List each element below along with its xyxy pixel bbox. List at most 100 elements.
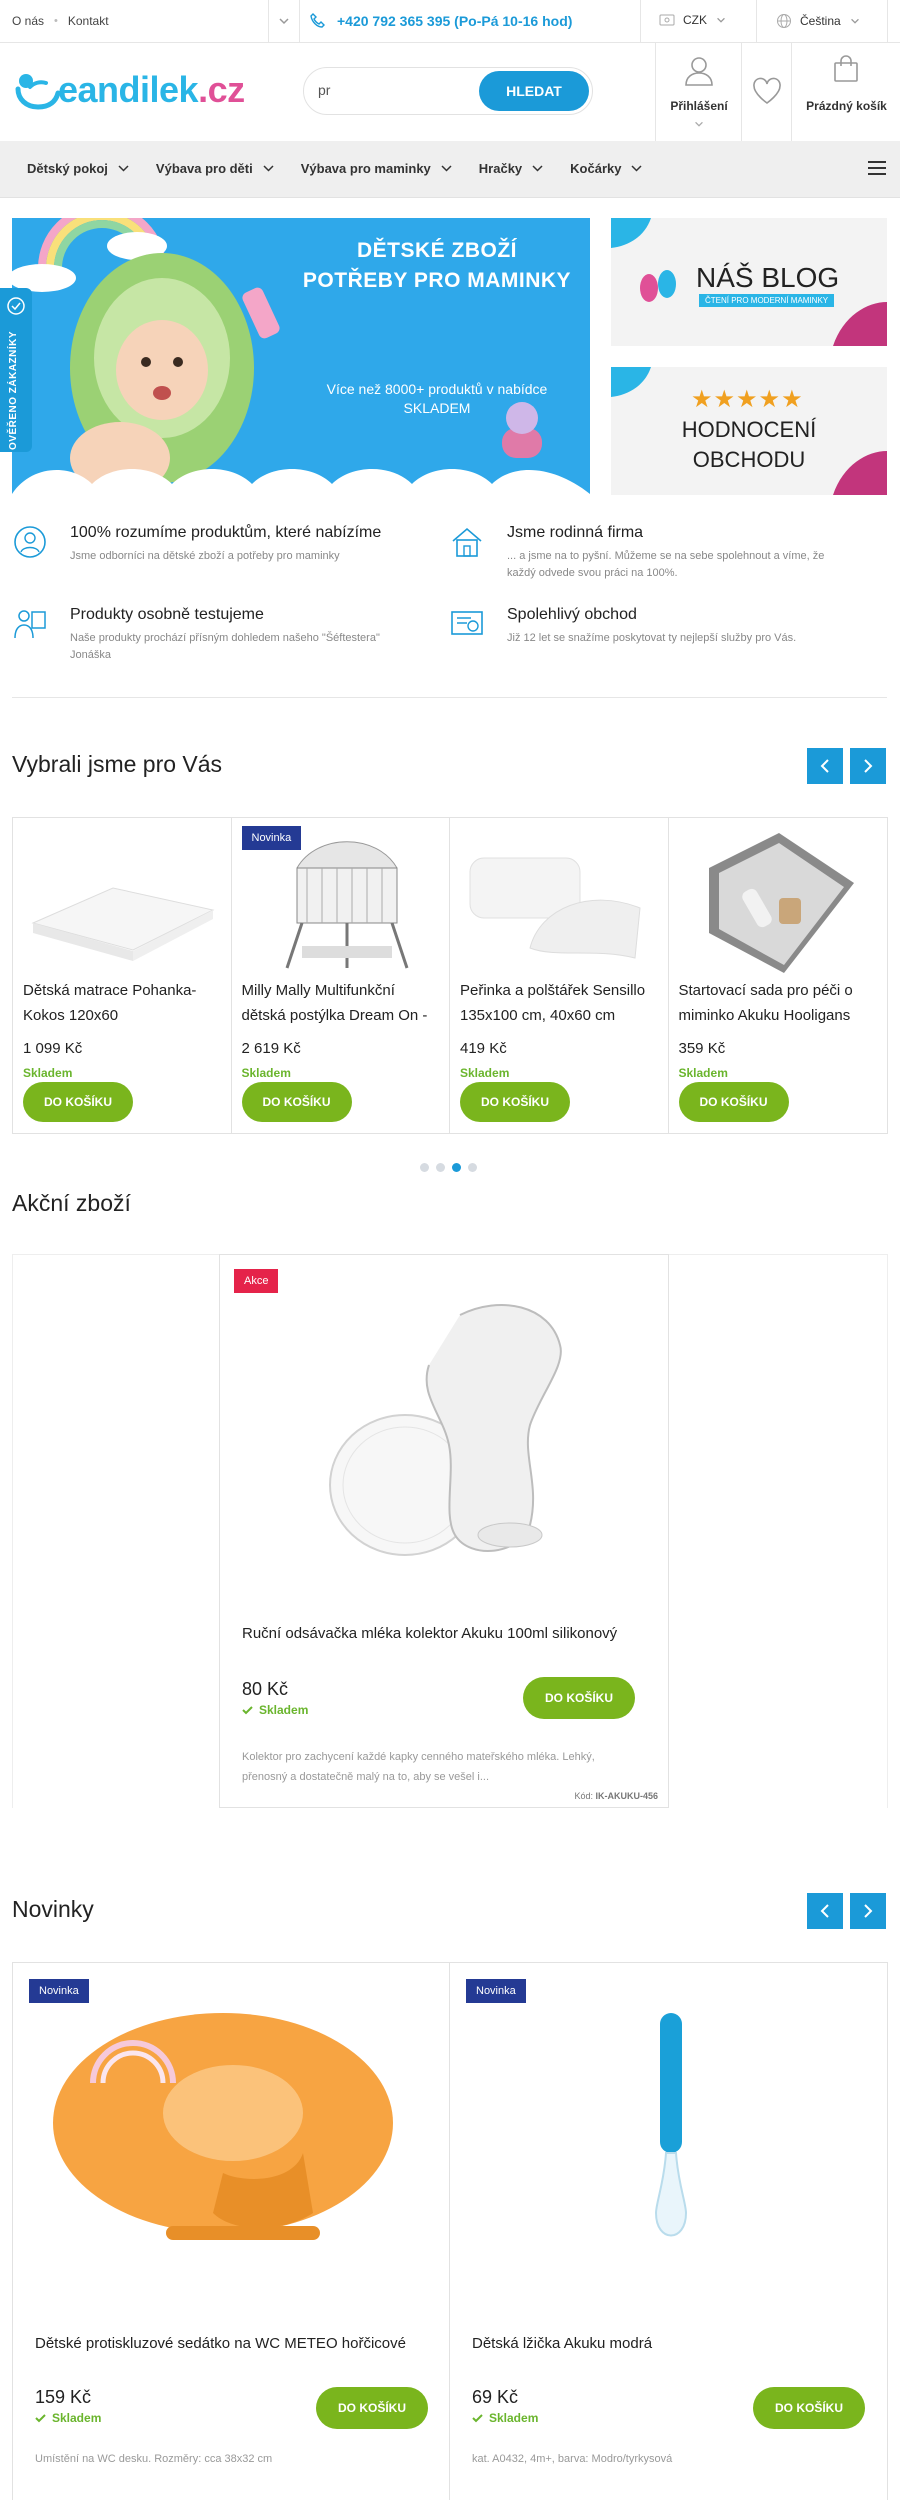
- language-label: Čeština: [800, 14, 841, 28]
- nav-label: Výbava pro maminky: [300, 161, 431, 176]
- product-name[interactable]: Peřinka a polštářek Sensillo 135x100 cm,…: [460, 978, 660, 1028]
- product-description: Umístění na WC desku. Rozměry: cca 38x32…: [35, 2453, 273, 2465]
- carousel-prev-button[interactable]: [807, 748, 843, 784]
- wishlist-button[interactable]: [741, 43, 791, 141]
- chevron-down-icon[interactable]: [277, 14, 291, 28]
- pagination-dot-active[interactable]: [452, 1163, 461, 1172]
- add-to-cart-button[interactable]: DO KOŠÍKU: [241, 1082, 352, 1122]
- nav-item-strollers[interactable]: Kočárky: [570, 161, 643, 176]
- carousel-prev-button[interactable]: [807, 1893, 843, 1929]
- carousel-next-button[interactable]: [850, 748, 886, 784]
- product-name[interactable]: Dětská matrace Pohanka-Kokos 120x60: [23, 978, 223, 1028]
- product-description: kat. A0432, 4m+, barva: Modro/tyrkysová: [472, 2453, 673, 2465]
- product-image-care-set: [708, 833, 854, 973]
- baby-logo-icon: [15, 74, 60, 110]
- badge-new: Novinka: [466, 1979, 526, 2003]
- language-selector[interactable]: Čeština: [776, 13, 861, 29]
- code-label: Kód:: [574, 1791, 593, 1801]
- login-button[interactable]: Přihlášení: [655, 43, 741, 141]
- currency-label: CZK: [683, 13, 707, 27]
- product-price: 419 Kč: [460, 1040, 507, 1057]
- tester-icon: [14, 610, 46, 639]
- product-card[interactable]: Novinka Dětské protiskluzové sedátko na …: [13, 1963, 450, 2500]
- product-price: 359 Kč: [678, 1040, 726, 1057]
- product-description: Kolektor pro zachycení každé kapky cenné…: [242, 1751, 595, 1783]
- search-input[interactable]: [318, 82, 468, 98]
- certificate-icon: [451, 611, 483, 635]
- product-price: 69 Kč: [472, 2387, 519, 2407]
- nav-label: Kočárky: [570, 161, 622, 176]
- nav-item-kids-gear[interactable]: Výbava pro děti: [156, 161, 274, 176]
- search-button[interactable]: HLEDAT: [479, 71, 589, 111]
- nav-label: Výbava pro děti: [155, 161, 253, 176]
- product-card[interactable]: Peřinka a polštářek Sensillo 135x100 cm,…: [450, 818, 669, 1133]
- verified-by-customers-tab[interactable]: OVĚŘENO ZÁKAZNÍKY: [0, 288, 32, 452]
- contact-link[interactable]: Kontakt: [68, 14, 109, 28]
- blog-title: NÁŠ BLOG: [696, 262, 840, 293]
- sale-product-card[interactable]: Akce Ruční odsávačka mléka kolektor Akuk…: [219, 1254, 669, 1808]
- hero-banner[interactable]: DĚTSKÉ ZBOŽÍ POTŘEBY PRO MAMINKY Více než…: [12, 218, 590, 494]
- nav-item-kids-room[interactable]: Dětský pokoj: [27, 161, 129, 176]
- code-value: IK-AKUKU-456: [595, 1791, 658, 1801]
- feature-title: Produkty osobně testujeme: [70, 606, 264, 623]
- hamburger-menu-icon[interactable]: [868, 161, 886, 175]
- product-card[interactable]: Dětská matrace Pohanka-Kokos 120x60 1 09…: [13, 818, 232, 1133]
- add-to-cart-button[interactable]: DO KOŠÍKU: [753, 2387, 865, 2429]
- phone-icon: [310, 13, 325, 28]
- logo[interactable]: eandilek.cz: [12, 63, 245, 123]
- divider: [299, 0, 300, 43]
- rating-title: HODNOCENÍ OBCHODU: [661, 415, 837, 475]
- cart-button[interactable]: Prázdný košík: [791, 43, 900, 141]
- add-to-cart-button[interactable]: DO KOŠÍKU: [460, 1082, 570, 1122]
- search-box: HLEDAT: [303, 67, 593, 115]
- product-price: 80 Kč: [242, 1679, 289, 1699]
- section-title-sale: Akční zboží: [12, 1190, 131, 1216]
- stock-status: Skladem: [460, 1066, 510, 1080]
- product-image-toilet-seat: [53, 2013, 393, 2240]
- add-to-cart-button[interactable]: DO KOŠÍKU: [316, 2387, 428, 2429]
- add-to-cart-button[interactable]: DO KOŠÍKU: [23, 1082, 133, 1122]
- product-card[interactable]: Novinka Dětská lžička Akuku modrá 69 Kč …: [450, 1963, 887, 2500]
- blog-banner[interactable]: NÁŠ BLOG ČTENÍ PRO MODERNÍ MAMINKY: [611, 218, 887, 346]
- product-card[interactable]: Novinka Milly Mally Multifunkční dětská …: [232, 818, 450, 1133]
- chevron-down-icon: [263, 164, 274, 172]
- login-label: Přihlášení: [670, 99, 728, 113]
- top-bar: O nás • Kontakt +420 792 365 395 (Po-Pá …: [0, 0, 900, 43]
- hero-title-line-2: POTŘEBY PRO MAMINKY: [302, 269, 572, 292]
- checkmark-icon: [242, 1705, 253, 1714]
- product-name[interactable]: Dětská lžička Akuku modrá: [472, 2335, 872, 2352]
- nav-item-mom-gear[interactable]: Výbava pro maminky: [301, 161, 452, 176]
- product-name[interactable]: Dětské protiskluzové sedátko na WC METEO…: [35, 2335, 435, 2352]
- shop-rating-banner[interactable]: ★★★★★ HODNOCENÍ OBCHODU: [611, 367, 887, 495]
- add-to-cart-button[interactable]: DO KOŠÍKU: [678, 1082, 789, 1122]
- pagination-dot[interactable]: [468, 1163, 477, 1172]
- logo-text: eandilek.cz: [58, 69, 245, 110]
- pagination-dot[interactable]: [436, 1163, 445, 1172]
- product-name[interactable]: Ruční odsávačka mléka kolektor Akuku 100…: [242, 1625, 652, 1642]
- product-price: 159 Kč: [35, 2387, 92, 2407]
- product-name[interactable]: Startovací sada pro péči o miminko Akuku…: [679, 978, 879, 1028]
- nav-item-toys[interactable]: Hračky: [479, 161, 543, 176]
- nav-label: Hračky: [478, 161, 523, 176]
- hero-subtitle-line-2: SKLADEM: [403, 400, 471, 416]
- feature-title: 100% rozumíme produktům, které nabízíme: [70, 524, 382, 541]
- pagination-dot[interactable]: [420, 1163, 429, 1172]
- stock-status: Skladem: [472, 2411, 538, 2425]
- house-icon: [452, 527, 482, 557]
- currency-selector[interactable]: CZK: [659, 13, 727, 27]
- product-image-crib: [285, 841, 408, 969]
- badge-new: Novinka: [241, 826, 302, 850]
- stock-label: Skladem: [52, 2411, 102, 2425]
- header: eandilek.cz HLEDAT Přihlášení Prázdný ko…: [0, 43, 900, 141]
- about-link[interactable]: O nás: [12, 14, 44, 28]
- stock-status: Skladem: [678, 1066, 728, 1080]
- rating-title-line-2: OBCHODU: [692, 447, 806, 472]
- product-name[interactable]: Milly Mally Multifunkční dětská postýlka…: [242, 978, 442, 1028]
- phone-contact[interactable]: +420 792 365 395 (Po-Pá 10-16 hod): [309, 12, 572, 30]
- hero-title-line-1: DĚTSKÉ ZBOŽÍ: [356, 239, 517, 262]
- product-card[interactable]: Startovací sada pro péči o miminko Akuku…: [669, 818, 888, 1133]
- carousel-next-button[interactable]: [850, 1893, 886, 1929]
- globe-icon: [777, 14, 791, 28]
- add-to-cart-button[interactable]: DO KOŠÍKU: [523, 1677, 635, 1719]
- hero-subtitle-line-1: Více než 8000+ produktů v nabídce: [326, 381, 548, 397]
